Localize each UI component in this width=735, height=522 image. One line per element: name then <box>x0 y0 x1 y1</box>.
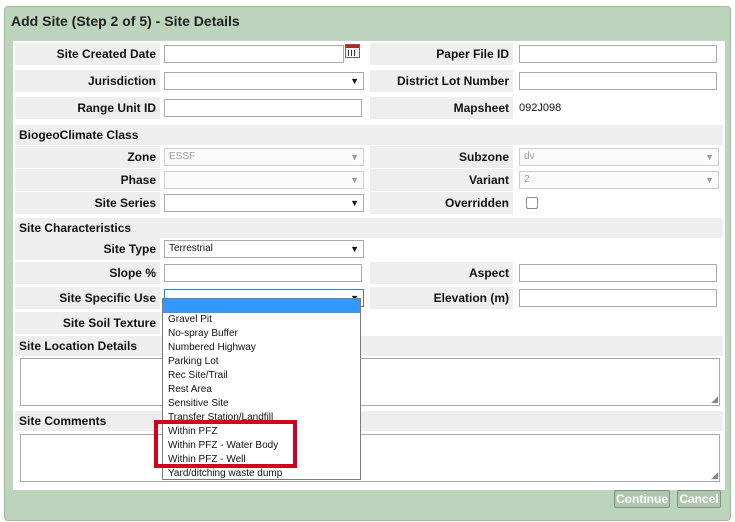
add-site-dialog: Add Site (Step 2 of 5) - Site Details Si… <box>4 6 731 521</box>
district-lot-number-label: District Lot Number <box>370 70 513 92</box>
zone-label: Zone <box>15 146 160 168</box>
mapsheet-label: Mapsheet <box>370 97 513 119</box>
range-unit-id-cell <box>164 97 364 119</box>
site-series-cell: ▼ <box>164 192 364 214</box>
site-type-cell: Terrestrial ▼ <box>164 238 364 260</box>
zone-select[interactable]: ESSF ▼ <box>164 148 364 166</box>
phase-select[interactable]: ▼ <box>164 171 364 189</box>
subzone-label: Subzone <box>370 146 513 168</box>
aspect-label: Aspect <box>370 262 513 284</box>
range-unit-id-input[interactable] <box>164 99 362 117</box>
characteristics-section-header: Site Characteristics <box>15 218 723 238</box>
variant-label: Variant <box>370 169 513 191</box>
jurisdiction-cell: ▼ <box>164 70 364 92</box>
chevron-down-icon: ▼ <box>350 244 359 254</box>
slope-input[interactable] <box>164 264 362 282</box>
slope-label: Slope % <box>15 262 160 284</box>
resize-grip-icon[interactable]: ◢ <box>711 470 718 481</box>
district-lot-number-input[interactable] <box>519 72 717 90</box>
mapsheet-value: 092J098 <box>519 102 562 114</box>
phase-label: Phase <box>15 169 160 191</box>
site-comments-textarea[interactable]: ◢ <box>20 434 720 482</box>
dropdown-option[interactable] <box>163 299 360 313</box>
site-created-date-label: Site Created Date <box>15 43 160 65</box>
chevron-down-icon: ▼ <box>705 152 714 162</box>
site-series-select[interactable]: ▼ <box>164 194 364 212</box>
site-type-label: Site Type <box>15 238 160 260</box>
chevron-down-icon: ▼ <box>350 76 359 86</box>
dropdown-option[interactable]: Gravel Pit <box>163 313 360 327</box>
dropdown-option[interactable]: Yard/ditching waste dump <box>163 467 360 481</box>
aspect-input[interactable] <box>519 264 717 282</box>
zone-cell: ESSF ▼ <box>164 146 364 168</box>
phase-cell: ▼ <box>164 169 364 191</box>
pfz-options-highlight-box <box>154 420 297 468</box>
chevron-down-icon: ▼ <box>705 175 714 185</box>
jurisdiction-label: Jurisdiction <box>15 70 160 92</box>
elevation-input[interactable] <box>519 289 717 307</box>
biogeo-section-header: BiogeoClimate Class <box>15 125 723 145</box>
aspect-cell <box>519 262 719 284</box>
comments-section-header: Site Comments <box>15 411 723 431</box>
elevation-cell <box>519 287 719 309</box>
overridden-checkbox[interactable] <box>526 197 538 209</box>
cancel-button[interactable]: Cancel <box>677 490 721 508</box>
site-details-panel: Site Created Date Paper File ID Jurisdic… <box>12 40 726 491</box>
site-soil-texture-label: Site Soil Texture <box>15 312 160 334</box>
site-specific-use-label: Site Specific Use <box>15 287 160 309</box>
dropdown-option[interactable]: Numbered Highway <box>163 341 360 355</box>
dropdown-option[interactable]: Rest Area <box>163 383 360 397</box>
overridden-cell <box>519 192 719 214</box>
paper-file-id-label: Paper File ID <box>370 43 513 65</box>
elevation-label: Elevation (m) <box>370 287 513 309</box>
chevron-down-icon: ▼ <box>350 175 359 185</box>
mapsheet-cell: 092J098 <box>519 97 719 119</box>
variant-cell: 2 ▼ <box>519 169 719 191</box>
overridden-label: Overridden <box>370 192 513 214</box>
chevron-down-icon: ▼ <box>350 152 359 162</box>
range-unit-id-label: Range Unit ID <box>15 97 160 119</box>
subzone-select[interactable]: dv ▼ <box>519 148 719 166</box>
dropdown-option[interactable]: Parking Lot <box>163 355 360 369</box>
location-details-textarea[interactable]: ◢ <box>20 358 720 406</box>
location-section-header: Site Location Details <box>15 336 723 356</box>
site-type-select[interactable]: Terrestrial ▼ <box>164 240 364 258</box>
jurisdiction-select[interactable]: ▼ <box>164 72 364 90</box>
dropdown-option[interactable]: Sensitive Site <box>163 397 360 411</box>
calendar-icon[interactable] <box>345 44 360 58</box>
dropdown-option[interactable]: Rec Site/Trail <box>163 369 360 383</box>
site-series-label: Site Series <box>15 192 160 214</box>
paper-file-id-cell <box>519 43 719 65</box>
variant-select[interactable]: 2 ▼ <box>519 171 719 189</box>
resize-grip-icon[interactable]: ◢ <box>711 394 718 405</box>
chevron-down-icon: ▼ <box>350 198 359 208</box>
site-created-date-cell <box>164 43 364 65</box>
continue-button[interactable]: Continue <box>614 490 670 508</box>
dialog-title: Add Site (Step 2 of 5) - Site Details <box>11 13 240 29</box>
district-lot-number-cell <box>519 70 719 92</box>
subzone-cell: dv ▼ <box>519 146 719 168</box>
slope-cell <box>164 262 364 284</box>
paper-file-id-input[interactable] <box>519 45 717 63</box>
site-created-date-input[interactable] <box>164 45 344 63</box>
dropdown-option[interactable]: No-spray Buffer <box>163 327 360 341</box>
